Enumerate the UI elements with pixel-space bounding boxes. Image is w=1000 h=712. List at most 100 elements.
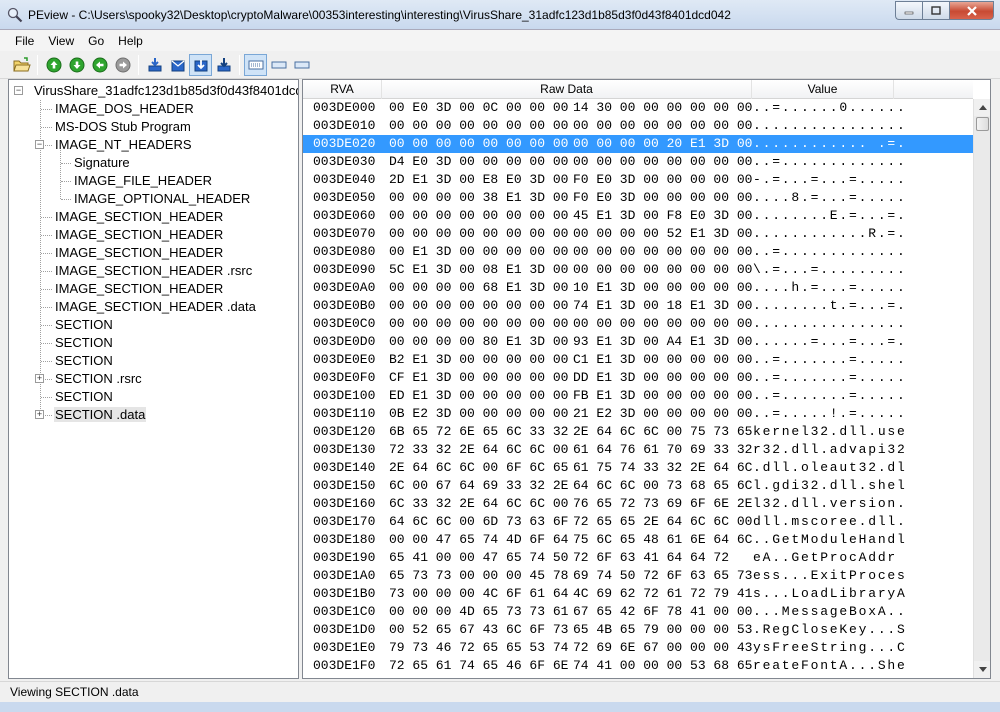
tree-item[interactable]: IMAGE_SECTION_HEADER .rsrc: [54, 262, 253, 280]
tree-item[interactable]: SECTION .data: [54, 406, 147, 424]
vertical-scrollbar[interactable]: [973, 99, 990, 678]
tree-item[interactable]: IMAGE_SECTION_HEADER .data: [54, 298, 257, 316]
raw-data-cell: 65 41 00 00 47 65 74 50: [389, 550, 569, 565]
table-row[interactable]: 003DE1C0 00 00 00 4D 65 73 73 61 67 65 42 …: [303, 603, 973, 621]
open-file-button[interactable]: [10, 54, 33, 76]
table-row[interactable]: 003DE1E0 79 73 46 72 65 65 53 74 72 69 6E …: [303, 639, 973, 657]
title-bar[interactable]: PEview - C:\Users\spooky32\Desktop\crypt…: [0, 0, 1000, 30]
layout-1-button[interactable]: [244, 53, 267, 76]
tree-item[interactable]: SECTION: [54, 316, 114, 334]
table-row[interactable]: 003DE040 2D E1 3D 00 E8 E0 3D 00 F0 E0 3D …: [303, 171, 973, 189]
table-row[interactable]: 003DE1B0 73 00 00 00 4C 6F 61 64 4C 69 62 …: [303, 585, 973, 603]
table-row[interactable]: 003DE0C0 00 00 00 00 00 00 00 00 00 00 00 …: [303, 315, 973, 333]
tree-item-label: IMAGE_SECTION_HEADER: [55, 227, 224, 242]
table-row[interactable]: 003DE030 D4 E0 3D 00 00 00 00 00 00 00 00 …: [303, 153, 973, 171]
close-button[interactable]: [949, 1, 994, 20]
value-cell: kernel32.dll.use: [753, 424, 907, 439]
table-row[interactable]: 003DE090 5C E1 3D 00 08 E1 3D 00 00 00 00 …: [303, 261, 973, 279]
table-row[interactable]: 003DE0F0 CF E1 3D 00 00 00 00 00 DD E1 3D …: [303, 369, 973, 387]
table-row[interactable]: 003DE050 00 00 00 00 38 E1 3D 00 F0 E0 3D …: [303, 189, 973, 207]
collapse-icon[interactable]: −: [35, 140, 44, 149]
value-cell: ..=.......=.....: [753, 370, 907, 385]
table-row[interactable]: 003DE160 6C 33 32 2E 64 6C 6C 00 76 65 72 …: [303, 495, 973, 513]
back-button[interactable]: [88, 54, 111, 76]
status-text: Viewing SECTION .data: [10, 685, 139, 699]
expand-icon[interactable]: +: [35, 374, 44, 383]
table-row[interactable]: 003DE1D0 00 52 65 67 43 6C 6F 73 65 4B 65 …: [303, 621, 973, 639]
tree-item[interactable]: VirusShare_31adfc123d1b85d3f0d43f8401dcd: [33, 82, 298, 100]
table-row[interactable]: 003DE190 65 41 00 00 47 65 74 50 72 6F 63 …: [303, 549, 973, 567]
table-row[interactable]: 003DE000 00 E0 3D 00 0C 00 00 00 14 30 00 …: [303, 99, 973, 117]
hex-view[interactable]: RVA Raw Data Value 003DE000 00 E0 3D 00 0…: [302, 79, 991, 679]
value-cell: ess...ExitProces: [753, 568, 907, 583]
table-row[interactable]: 003DE140 2E 64 6C 6C 00 6F 6C 65 61 75 74 …: [303, 459, 973, 477]
tree-item[interactable]: IMAGE_NT_HEADERS: [54, 136, 193, 154]
table-row[interactable]: 003DE020 00 00 00 00 00 00 00 00 00 00 00 …: [303, 135, 973, 153]
tree-item[interactable]: IMAGE_SECTION_HEADER: [54, 244, 224, 262]
table-row[interactable]: 003DE0A0 00 00 00 00 68 E1 3D 00 10 E1 3D …: [303, 279, 973, 297]
table-row[interactable]: 003DE170 64 6C 6C 00 6D 73 63 6F 72 65 65 …: [303, 513, 973, 531]
table-row[interactable]: 003DE100 ED E1 3D 00 00 00 00 00 FB E1 3D …: [303, 387, 973, 405]
menu-view[interactable]: View: [41, 34, 81, 48]
maximize-button[interactable]: [922, 1, 949, 20]
table-row[interactable]: 003DE080 00 E1 3D 00 00 00 00 00 00 00 00 …: [303, 243, 973, 261]
tree-item[interactable]: IMAGE_SECTION_HEADER: [54, 208, 224, 226]
layout-2-button[interactable]: [267, 54, 290, 76]
table-row[interactable]: 003DE110 0B E2 3D 00 00 00 00 00 21 E2 3D …: [303, 405, 973, 423]
toolbar-separator: [138, 54, 139, 75]
table-row[interactable]: 003DE130 72 33 32 2E 64 6C 6C 00 61 64 76 …: [303, 441, 973, 459]
table-row[interactable]: 003DE070 00 00 00 00 00 00 00 00 00 00 00 …: [303, 225, 973, 243]
table-row[interactable]: 003DE120 6B 65 72 6E 65 6C 33 32 2E 64 6C …: [303, 423, 973, 441]
structure-tree[interactable]: VirusShare_31adfc123d1b85d3f0d43f8401dcd…: [8, 79, 299, 679]
column-header-raw-data[interactable]: Raw Data: [382, 80, 752, 99]
table-row[interactable]: 003DE0B0 00 00 00 00 00 00 00 00 74 E1 3D …: [303, 297, 973, 315]
layout-3-button[interactable]: [290, 54, 313, 76]
tree-item[interactable]: IMAGE_SECTION_HEADER: [54, 280, 224, 298]
table-row[interactable]: 003DE0D0 00 00 00 00 80 E1 3D 00 93 E1 3D …: [303, 333, 973, 351]
tree-item[interactable]: SECTION: [54, 388, 114, 406]
tree-item[interactable]: MS-DOS Stub Program: [54, 118, 192, 136]
table-row[interactable]: 003DE060 00 00 00 00 00 00 00 00 45 E1 3D …: [303, 207, 973, 225]
raw-data-cell: 00 00 00 00 20 E1 3D 00: [573, 136, 753, 151]
scroll-thumb[interactable]: [976, 117, 989, 131]
view-mode-2-button[interactable]: [166, 54, 189, 76]
table-row[interactable]: 003DE010 00 00 00 00 00 00 00 00 00 00 00 …: [303, 117, 973, 135]
tree-item[interactable]: Signature: [73, 154, 131, 172]
down-button[interactable]: [65, 54, 88, 76]
scroll-down-button[interactable]: [974, 661, 990, 678]
menu-help[interactable]: Help: [111, 34, 150, 48]
tree-item[interactable]: SECTION .rsrc: [54, 370, 143, 388]
value-cell: ............R.=.: [753, 226, 907, 241]
table-row[interactable]: 003DE150 6C 00 67 64 69 33 32 2E 64 6C 6C …: [303, 477, 973, 495]
minimize-button[interactable]: [895, 1, 922, 20]
rva-cell: 003DE070: [313, 226, 376, 241]
forward-button[interactable]: [111, 54, 134, 76]
column-header-value[interactable]: Value: [752, 80, 894, 99]
raw-data-cell: 65 4B 65 79 00 00 00 53: [573, 622, 753, 637]
table-row[interactable]: 003DE1A0 65 73 73 00 00 00 45 78 69 74 50 …: [303, 567, 973, 585]
tree-item-label: SECTION: [55, 335, 113, 350]
up-button[interactable]: [42, 54, 65, 76]
collapse-icon[interactable]: −: [14, 86, 23, 95]
expand-icon[interactable]: +: [35, 410, 44, 419]
rva-cell: 003DE120: [313, 424, 376, 439]
tree-item[interactable]: SECTION: [54, 334, 114, 352]
table-row[interactable]: 003DE180 00 00 47 65 74 4D 6F 64 75 6C 65 …: [303, 531, 973, 549]
menu-go[interactable]: Go: [81, 34, 111, 48]
raw-data-cell: 00 00 00 00 38 E1 3D 00: [389, 190, 569, 205]
tree-item[interactable]: IMAGE_DOS_HEADER: [54, 100, 195, 118]
tree-item[interactable]: IMAGE_SECTION_HEADER: [54, 226, 224, 244]
view-mode-1-button[interactable]: [143, 54, 166, 76]
layout-box-icon: [294, 61, 309, 68]
tree-item[interactable]: IMAGE_OPTIONAL_HEADER: [73, 190, 251, 208]
rva-cell: 003DE0C0: [313, 316, 376, 331]
table-row[interactable]: 003DE1F0 72 65 61 74 65 46 6F 6E 74 41 00 …: [303, 657, 973, 675]
table-row[interactable]: 003DE0E0 B2 E1 3D 00 00 00 00 00 C1 E1 3D …: [303, 351, 973, 369]
view-mode-4-button[interactable]: [212, 54, 235, 76]
view-mode-3-button[interactable]: [189, 53, 212, 76]
menu-file[interactable]: File: [8, 34, 41, 48]
tree-item[interactable]: SECTION: [54, 352, 114, 370]
scroll-up-button[interactable]: [974, 99, 990, 116]
tree-item[interactable]: IMAGE_FILE_HEADER: [73, 172, 213, 190]
column-header-rva[interactable]: RVA: [303, 80, 382, 99]
